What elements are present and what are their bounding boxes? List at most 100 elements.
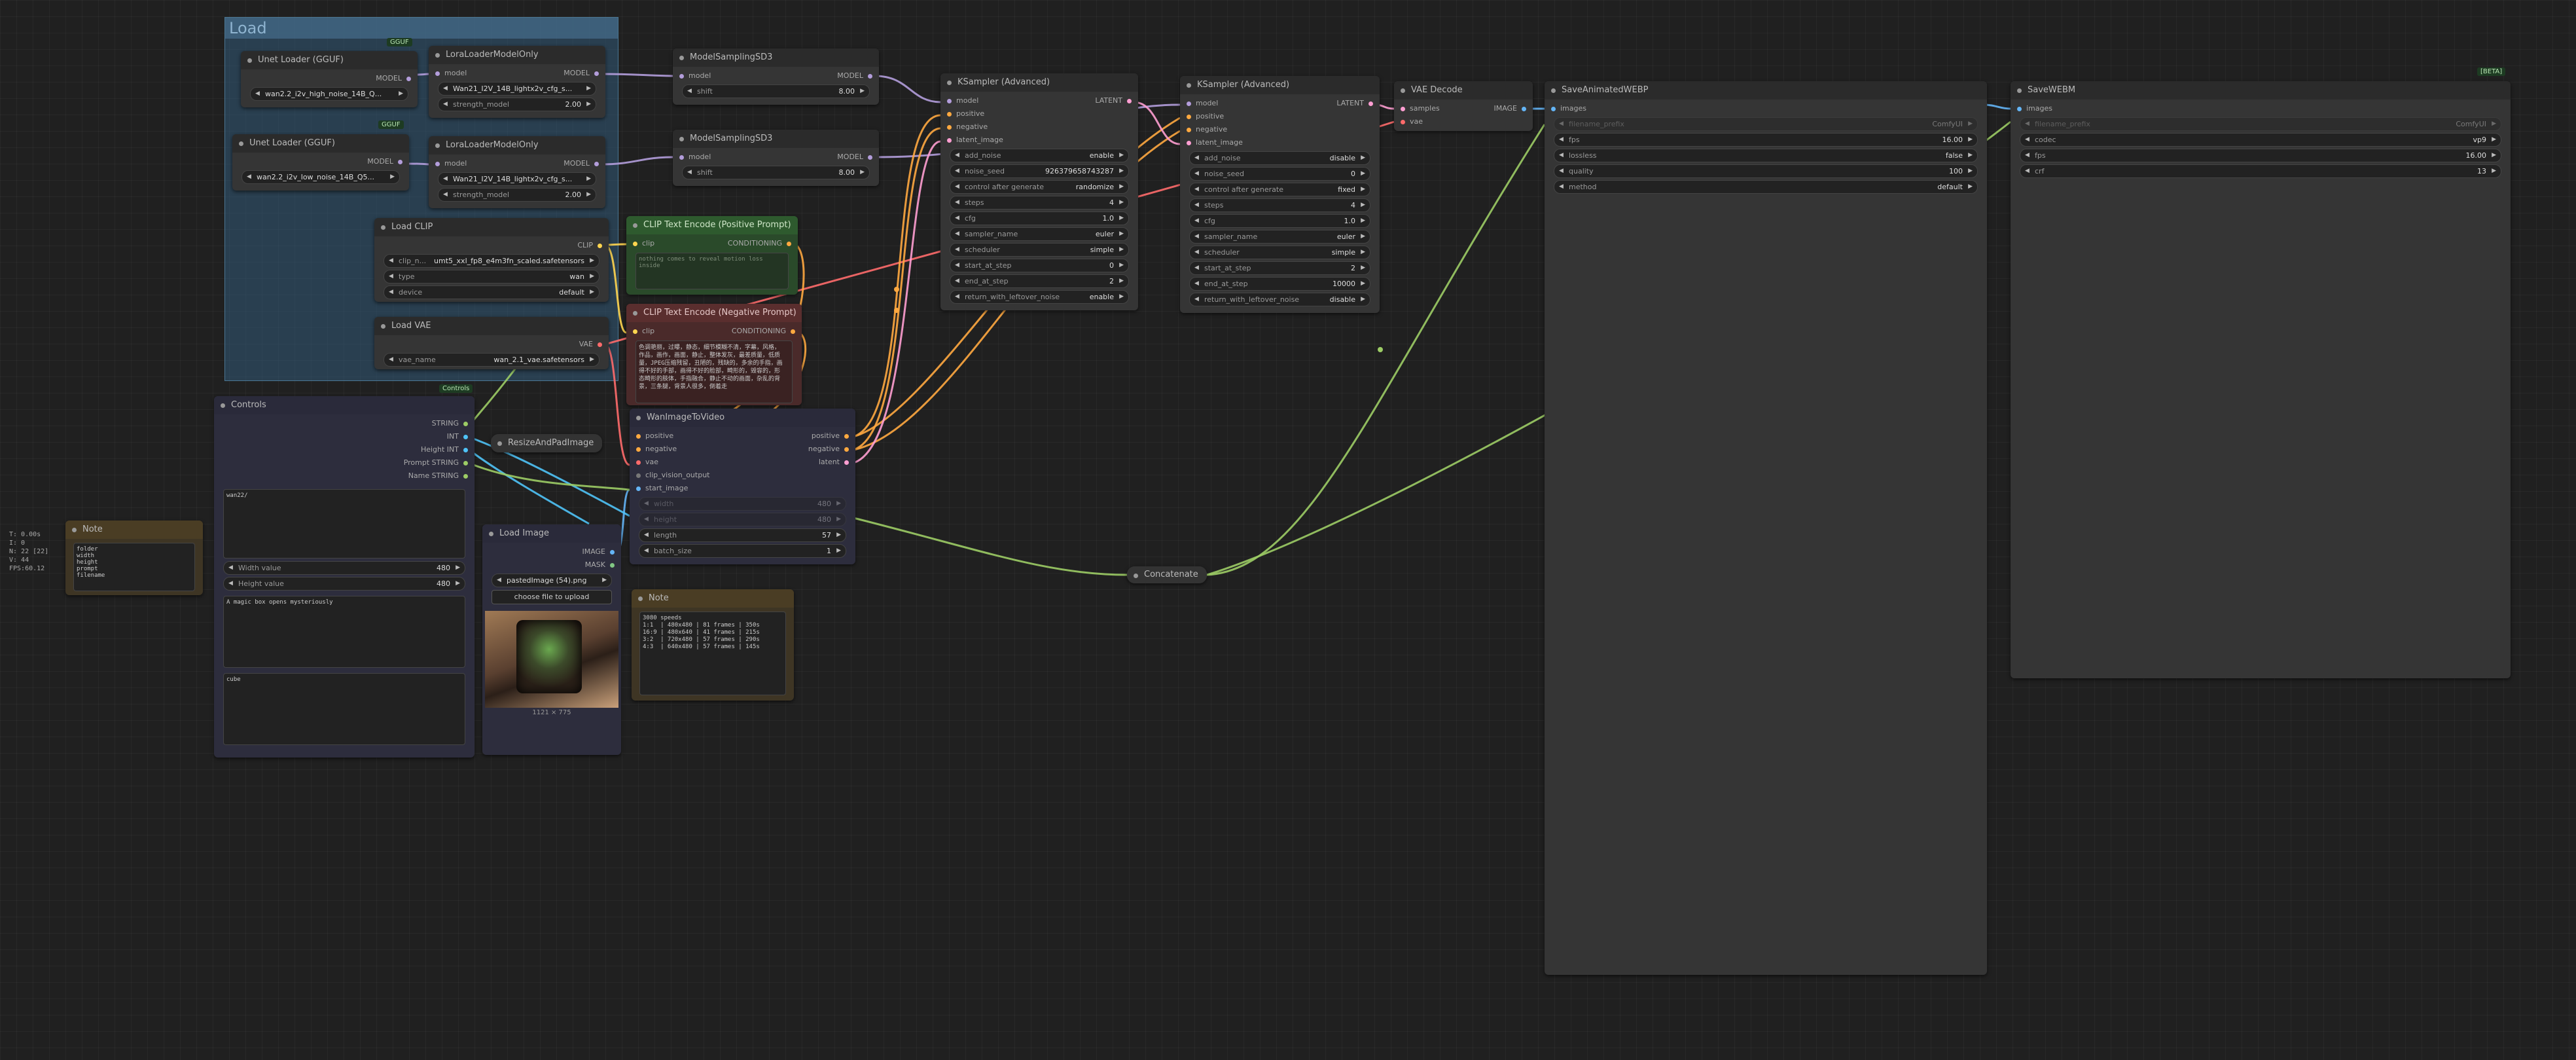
clip-name-select[interactable]: clip_n... umt5_xxl_fp8_e4m3fn_scaled.safe… — [384, 254, 599, 268]
node-unet-loader-low[interactable]: Unet Loader (GGUF) MODEL wan2.2_i2v_low_… — [232, 134, 409, 191]
node-title[interactable]: CLIP Text Encode (Positive Prompt) — [626, 216, 798, 234]
output-name-string[interactable]: Name STRING — [408, 469, 469, 483]
strength-model-input[interactable]: strength_model 2.00 — [438, 98, 596, 111]
output-positive[interactable]: positive — [812, 429, 850, 443]
unet-name-select[interactable]: wan2.2_i2v_low_noise_14B_Q5... — [241, 170, 400, 184]
lossless-toggle[interactable]: lossless false — [1554, 149, 1978, 162]
codec-select[interactable]: codec vp9 — [2020, 133, 2501, 147]
node-save-animated-webp[interactable]: SaveAnimatedWEBP images filename_prefix C… — [1545, 81, 1987, 975]
crf-input[interactable]: crf 13 — [2020, 164, 2501, 178]
node-ksampler-advanced-2[interactable]: KSampler (Advanced) model LATENT positive… — [1180, 76, 1380, 313]
return-with-leftover-noise-select[interactable]: return_with_leftover_noise enable — [950, 290, 1129, 304]
sampler-name-select[interactable]: sampler_name euler — [950, 227, 1129, 241]
input-clip-vision-output[interactable]: clip_vision_output — [635, 469, 709, 482]
node-title[interactable]: ModelSamplingSD3 — [673, 48, 879, 67]
strength-model-input[interactable]: strength_model 2.00 — [438, 188, 596, 202]
node-vae-decode[interactable]: VAE Decode samples IMAGE vae — [1394, 81, 1533, 131]
node-title[interactable]: CLIP Text Encode (Negative Prompt) — [626, 304, 802, 322]
output-conditioning[interactable]: CONDITIONING — [732, 325, 796, 338]
device-select[interactable]: device default — [384, 285, 599, 299]
output-clip[interactable]: CLIP — [577, 239, 602, 252]
note-text[interactable]: folder width height prompt filename — [73, 543, 195, 591]
reroute-dot[interactable] — [1378, 347, 1383, 352]
shift-input[interactable]: shift 8.00 — [682, 84, 870, 98]
output-model[interactable]: MODEL — [837, 151, 872, 164]
node-title[interactable]: SaveWEBM — [2011, 81, 2511, 100]
node-title[interactable]: Note — [632, 589, 794, 608]
output-vae[interactable]: VAE — [579, 338, 603, 351]
input-model[interactable]: model — [435, 67, 467, 80]
output-latent[interactable]: LATENT — [1095, 94, 1132, 107]
node-load-image[interactable]: Load Image IMAGE MASK pastedImage (54).p… — [482, 524, 621, 755]
image-select[interactable]: pastedImage (54).png — [492, 574, 612, 587]
width-value-input[interactable]: Width value 480 — [223, 561, 465, 575]
unet-name-select[interactable]: wan2.2_i2v_high_noise_14B_Q... — [250, 87, 408, 101]
shift-input[interactable]: shift 8.00 — [682, 166, 870, 179]
input-positive[interactable]: positive — [1186, 110, 1224, 123]
input-positive[interactable]: positive — [635, 429, 673, 443]
input-latent-image[interactable]: latent_image — [1187, 136, 1243, 149]
node-title[interactable]: LoraLoaderModelOnly — [429, 136, 605, 155]
end-at-step-input[interactable]: end_at_step 10000 — [1189, 277, 1370, 291]
output-model[interactable]: MODEL — [367, 155, 402, 168]
start-at-step-input[interactable]: start_at_step 2 — [1189, 261, 1370, 275]
control-after-generate-select[interactable]: control after generate randomize — [950, 180, 1129, 194]
input-vae[interactable]: vae — [1400, 115, 1423, 128]
cfg-input[interactable]: cfg 1.0 — [950, 211, 1129, 225]
positive-prompt-text[interactable]: nothing comes to reveal motion loss insi… — [635, 253, 789, 289]
folder-text[interactable]: wan22/ — [223, 489, 465, 558]
input-model[interactable]: model — [1186, 97, 1218, 110]
note-text[interactable]: 3080 speeds 1:1 | 480x480 | 81 frames | … — [639, 612, 786, 695]
node-clip-text-encode-negative[interactable]: CLIP Text Encode (Negative Prompt) clip … — [626, 304, 802, 405]
scheduler-select[interactable]: scheduler simple — [950, 243, 1129, 257]
batch-size-input[interactable]: batch_size 1 — [639, 544, 846, 558]
node-lora-loader-2[interactable]: LoraLoaderModelOnly model MODEL Wan21_I2… — [429, 136, 605, 208]
output-latent[interactable]: latent — [819, 456, 850, 469]
node-title[interactable]: SaveAnimatedWEBP — [1545, 81, 1987, 100]
height-value-input[interactable]: Height value 480 — [223, 577, 465, 591]
node-note-1[interactable]: Note folder width height prompt filename — [65, 521, 203, 595]
input-negative[interactable]: negative — [1186, 123, 1227, 136]
node-title[interactable]: ResizeAndPadImage — [491, 434, 602, 452]
return-with-leftover-noise-select[interactable]: return_with_leftover_noise disable — [1189, 293, 1370, 306]
output-conditioning[interactable]: CONDITIONING — [728, 237, 792, 250]
steps-input[interactable]: steps 4 — [1189, 198, 1370, 212]
output-negative[interactable]: negative — [808, 443, 850, 456]
node-title[interactable]: Load CLIP — [374, 218, 609, 236]
node-title[interactable]: Load Image — [482, 524, 621, 543]
node-save-webm[interactable]: SaveWEBM images filename_prefix ComfyUI c… — [2011, 81, 2511, 678]
start-at-step-input[interactable]: start_at_step 0 — [950, 259, 1129, 272]
input-latent-image[interactable]: latent_image — [947, 134, 1003, 147]
output-image[interactable]: IMAGE — [582, 545, 615, 558]
node-model-sampling-2[interactable]: ModelSamplingSD3 model MODEL shift 8.00 — [673, 130, 879, 186]
output-model[interactable]: MODEL — [564, 157, 599, 170]
node-wan-image-to-video[interactable]: WanImageToVideo positive positive negativ… — [630, 409, 855, 564]
output-model[interactable]: MODEL — [376, 72, 411, 85]
node-title[interactable]: Note — [65, 521, 203, 539]
node-title[interactable]: Unet Loader (GGUF) — [241, 51, 418, 69]
node-model-sampling-1[interactable]: ModelSamplingSD3 model MODEL shift 8.00 — [673, 48, 879, 105]
end-at-step-input[interactable]: end_at_step 2 — [950, 274, 1129, 288]
node-note-2[interactable]: Note 3080 speeds 1:1 | 480x480 | 81 fram… — [632, 589, 794, 701]
node-title[interactable]: KSampler (Advanced) — [940, 73, 1138, 92]
steps-input[interactable]: steps 4 — [950, 196, 1129, 210]
width-input[interactable]: width 480 — [639, 497, 846, 511]
input-negative[interactable]: negative — [635, 443, 677, 456]
node-unet-loader-high[interactable]: Unet Loader (GGUF) MODEL wan2.2_i2v_high… — [241, 51, 418, 107]
reroute-dot[interactable] — [894, 308, 899, 313]
input-negative[interactable]: negative — [946, 120, 988, 134]
noise-seed-input[interactable]: noise_seed 0 — [1189, 167, 1370, 181]
input-positive[interactable]: positive — [946, 107, 984, 120]
filename-text[interactable]: cube — [223, 673, 465, 745]
output-model[interactable]: MODEL — [564, 67, 599, 80]
output-model[interactable]: MODEL — [837, 69, 872, 82]
input-model[interactable]: model — [435, 157, 467, 170]
length-input[interactable]: length 57 — [639, 528, 846, 542]
control-after-generate-select[interactable]: control after generate fixed — [1189, 183, 1370, 196]
lora-name-select[interactable]: Wan21_I2V_14B_lightx2v_cfg_s... — [438, 82, 596, 96]
node-title[interactable]: VAE Decode — [1394, 81, 1533, 100]
quality-input[interactable]: quality 100 — [1554, 164, 1978, 178]
add-noise-select[interactable]: add_noise enable — [950, 149, 1129, 162]
node-title[interactable]: KSampler (Advanced) — [1180, 76, 1380, 94]
output-int[interactable]: INT — [447, 430, 469, 443]
